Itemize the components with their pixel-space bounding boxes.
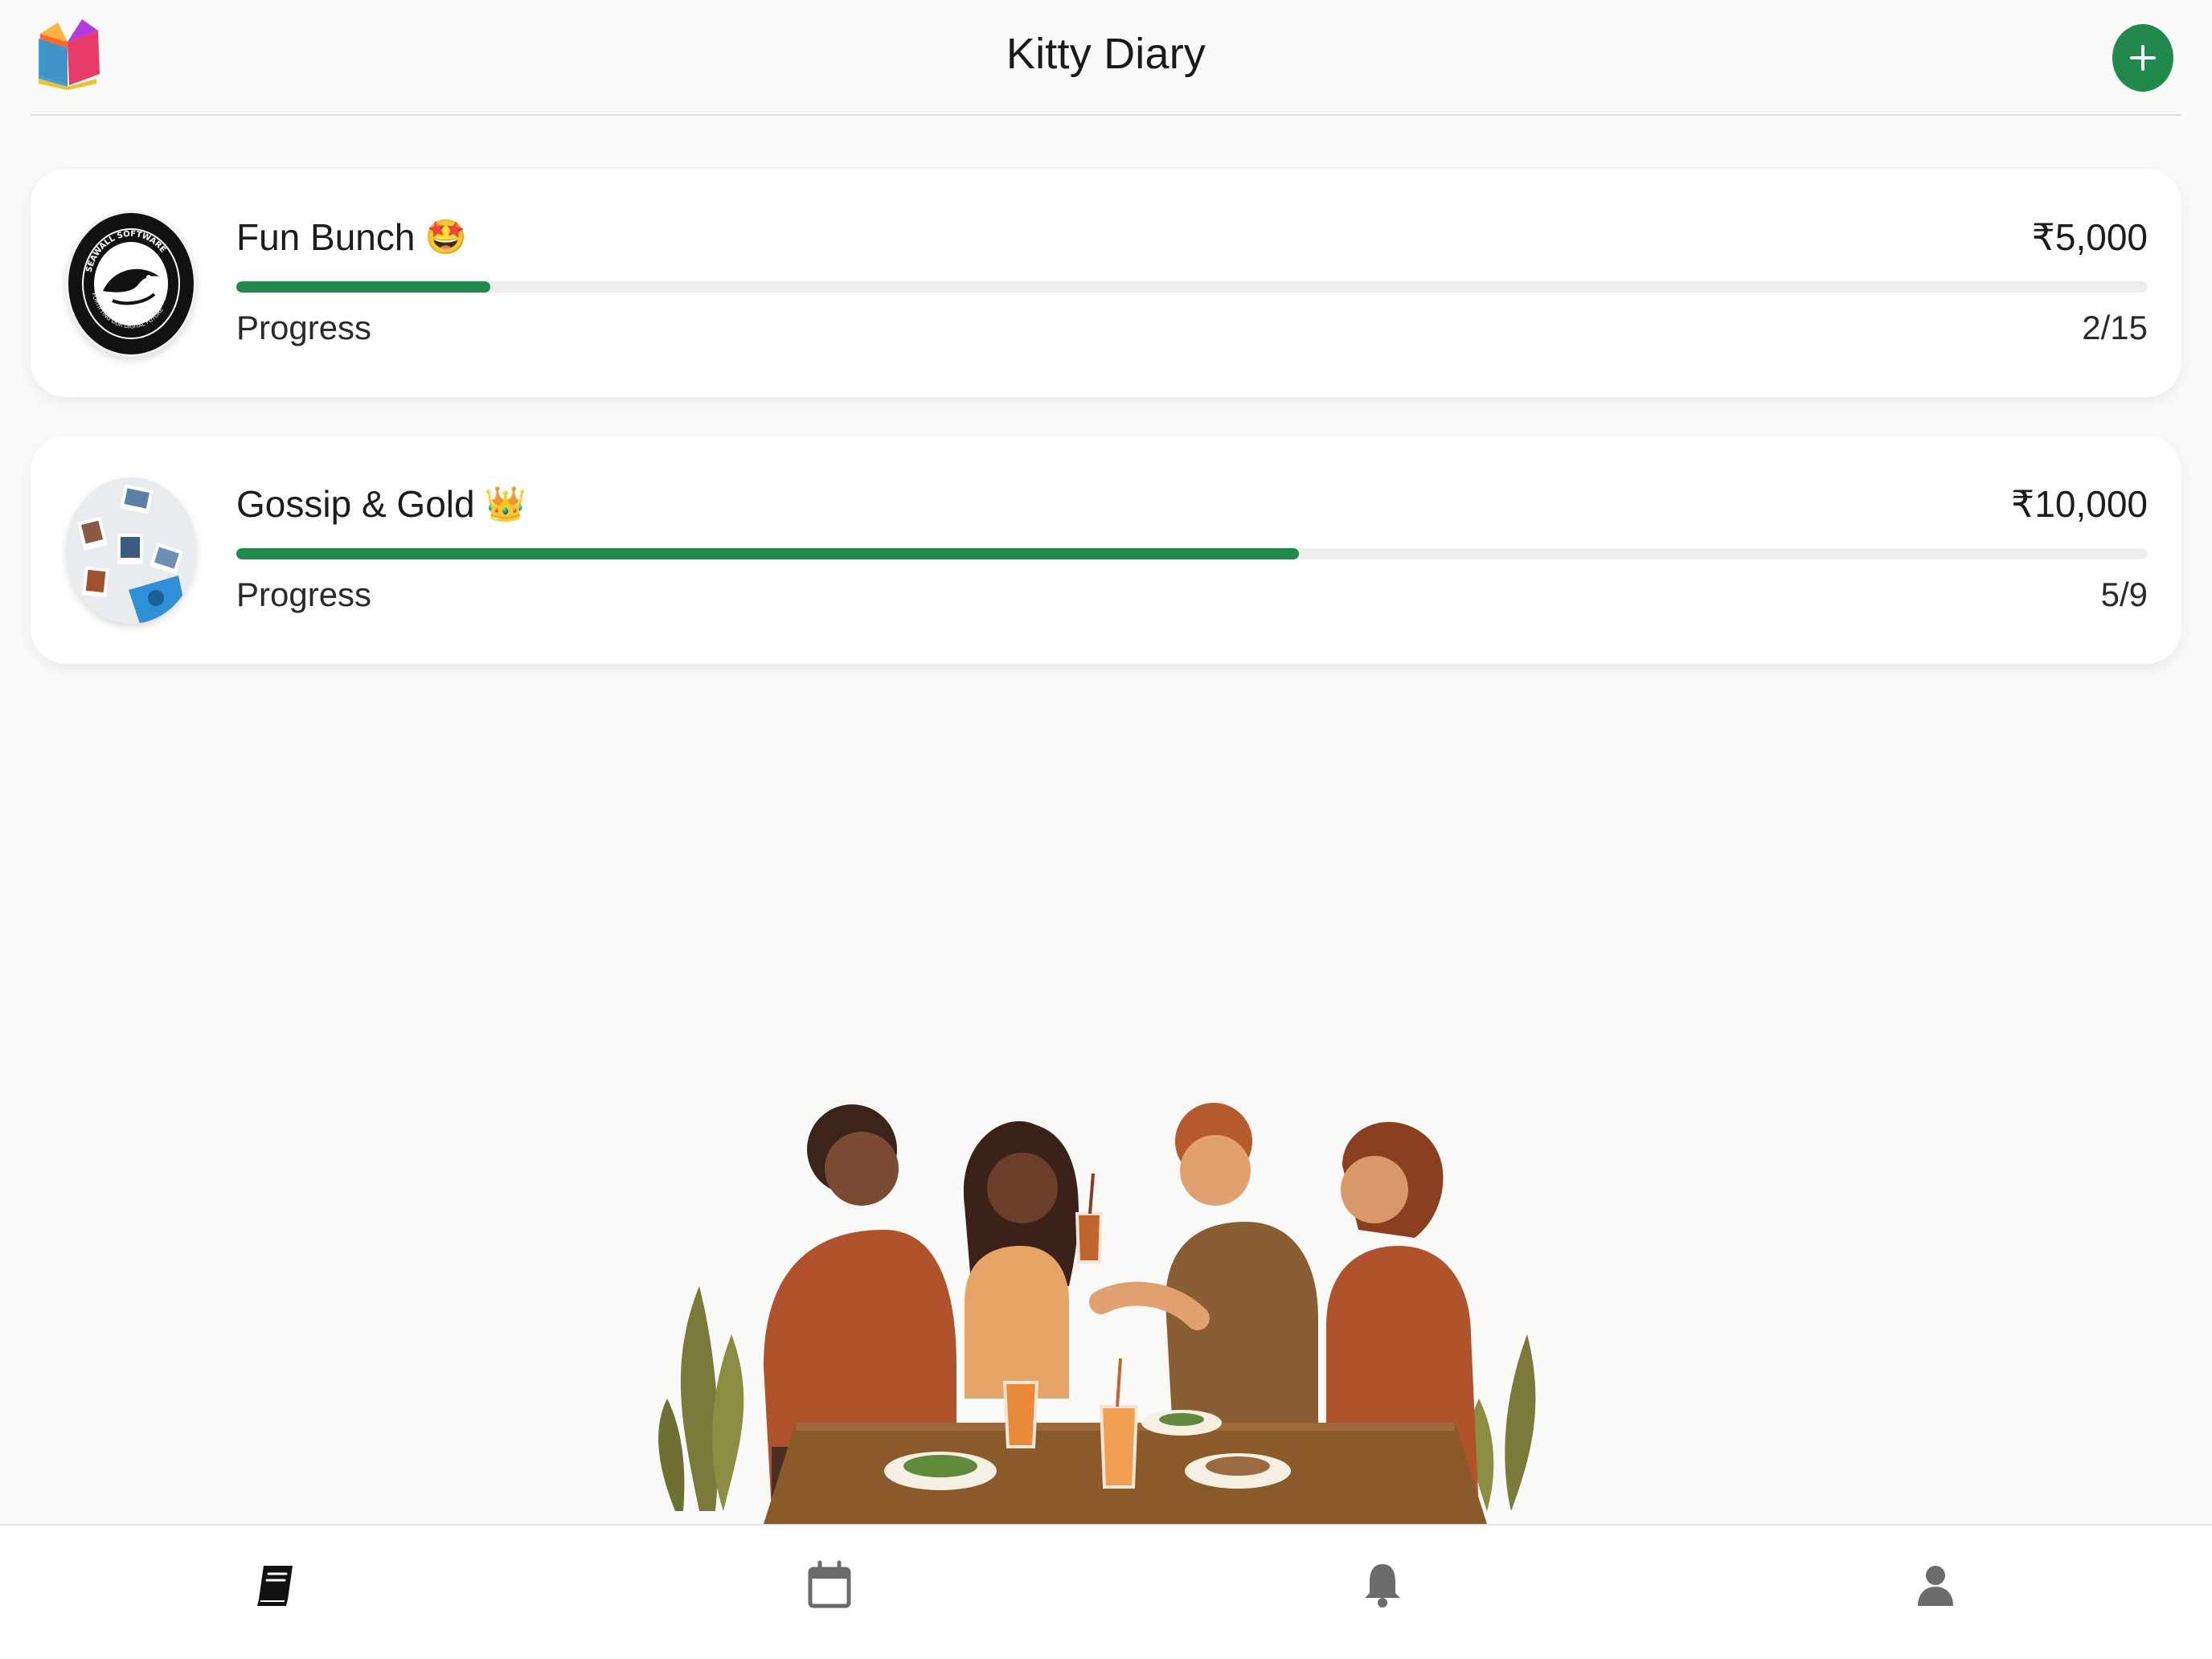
calendar-icon bbox=[808, 1560, 851, 1608]
seawall-badge-avatar: SEAWALL SOFTWARE FORTIFYING OUR DIGITAL … bbox=[66, 211, 196, 357]
star-struck-emoji-icon: 🤩 bbox=[424, 217, 467, 256]
group-name-text: Fun Bunch bbox=[236, 216, 416, 258]
plus-icon bbox=[2130, 45, 2156, 71]
nav-profile[interactable] bbox=[1903, 1553, 1968, 1617]
friends-dining-illustration bbox=[651, 1093, 1567, 1524]
app-root: Kitty Diary SEAWALL SOFTWARE FORTIFYING … bbox=[0, 0, 2212, 1659]
group-name-text: Gossip & Gold bbox=[236, 483, 475, 525]
progress-count: 2/15 bbox=[2082, 309, 2148, 346]
progress-bar bbox=[236, 281, 2148, 293]
nav-notifications[interactable] bbox=[1350, 1553, 1415, 1617]
progress-label: Progress bbox=[236, 576, 372, 613]
nav-calendar[interactable] bbox=[797, 1553, 862, 1617]
group-name: Gossip & Gold 👑 bbox=[236, 482, 526, 526]
profile-icon bbox=[1918, 1566, 1953, 1606]
top-header: Kitty Diary bbox=[31, 0, 2181, 116]
page-title: Kitty Diary bbox=[1006, 30, 1206, 78]
progress-bar-fill bbox=[236, 281, 491, 293]
bell-icon bbox=[1365, 1564, 1400, 1608]
diary-icon bbox=[257, 1566, 293, 1606]
bottom-navigation bbox=[0, 1524, 2212, 1659]
progress-bar-fill bbox=[236, 548, 1300, 559]
contribution-amount: ₹10,000 bbox=[2011, 483, 2148, 525]
group-card-fun-bunch[interactable]: SEAWALL SOFTWARE FORTIFYING OUR DIGITAL … bbox=[31, 169, 2181, 397]
photo-collage-avatar bbox=[66, 477, 196, 624]
crown-emoji-icon: 👑 bbox=[484, 484, 526, 522]
contribution-amount: ₹5,000 bbox=[2031, 216, 2148, 258]
group-name: Fun Bunch 🤩 bbox=[236, 215, 467, 259]
add-group-button[interactable] bbox=[2112, 24, 2173, 92]
nav-diary[interactable] bbox=[243, 1553, 307, 1617]
progress-label: Progress bbox=[236, 309, 372, 346]
progress-count: 5/9 bbox=[2100, 576, 2148, 613]
progress-bar bbox=[236, 548, 2148, 559]
group-card-gossip-gold[interactable]: Gossip & Gold 👑 ₹10,000 Progress 5/9 bbox=[31, 436, 2181, 664]
